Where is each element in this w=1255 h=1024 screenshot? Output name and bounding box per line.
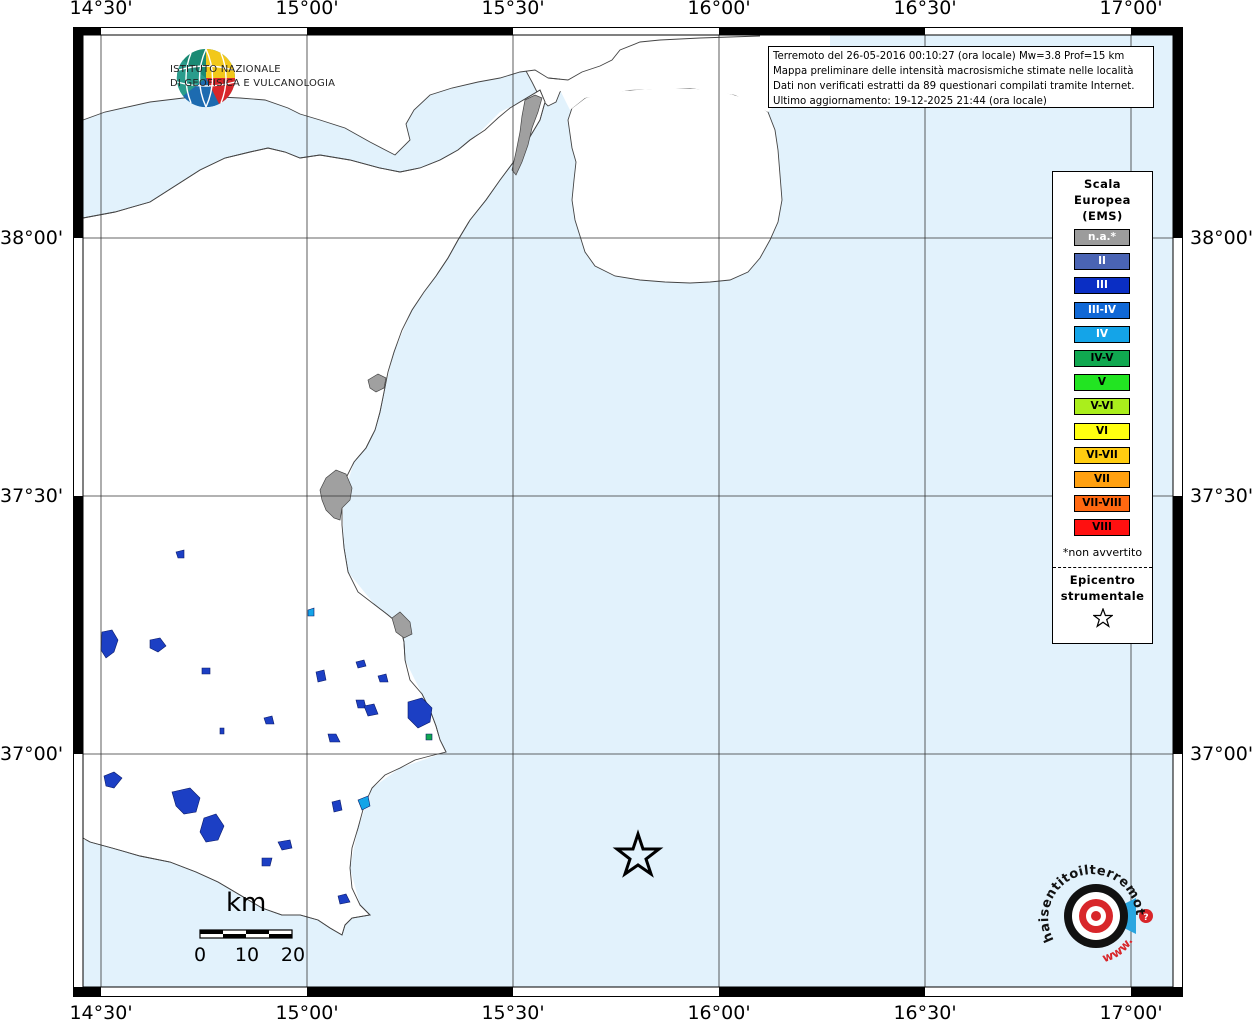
- legend-item: V-VI: [1074, 398, 1130, 416]
- legend-title-line: Europea: [1074, 193, 1131, 207]
- legend-item: VII-VIII: [1074, 495, 1130, 513]
- tick-top-3: 15°30': [481, 0, 545, 19]
- legend-item: II: [1074, 253, 1130, 271]
- intensity-patch: [261, 857, 273, 867]
- frame-segment: [101, 27, 307, 35]
- legend-item: n.a.*: [1074, 229, 1130, 246]
- tick-top-5: 16°30': [893, 0, 957, 19]
- ingv-name-line2: DI GEOFISICA E VULCANOLOGIA: [170, 78, 336, 89]
- legend-item: VI-VII: [1074, 446, 1130, 464]
- legend-item: IV-V: [1074, 350, 1130, 367]
- scale-bar: [199, 929, 293, 939]
- tick-bottom-4: 16°00': [687, 1002, 751, 1024]
- frame-segment: [1173, 754, 1183, 987]
- event-info-line: Terremoto del 26-05-2016 00:10:27 (ora l…: [773, 51, 1125, 62]
- intensity-legend: Scala Europea (EMS) n.a.* II III III-IV IV IV…: [1052, 171, 1153, 644]
- legend-title: Scala Europea (EMS): [1053, 176, 1152, 224]
- legend-title-line: Scala: [1083, 177, 1122, 191]
- intensity-patch: [201, 667, 211, 675]
- tick-top-1: 14°30': [69, 0, 133, 19]
- legend-item: III-IV: [1074, 301, 1130, 319]
- tick-top-6: 17°00': [1099, 0, 1163, 19]
- tick-bottom-2: 15°00': [275, 1002, 339, 1024]
- legend-item: VIII: [1074, 519, 1130, 537]
- legend-title-line: (EMS): [1082, 209, 1123, 223]
- legend-item: V: [1074, 374, 1130, 392]
- legend-item: VI: [1074, 422, 1130, 440]
- ingv-name-line1: ISTITUTO NAZIONALE: [170, 64, 281, 75]
- tick-left-1: 38°00': [0, 227, 64, 249]
- scale-label: 10: [234, 944, 260, 966]
- frame-segment: [925, 987, 1131, 997]
- tick-bottom-3: 15°30': [481, 1002, 545, 1024]
- scale-label: 0: [193, 944, 207, 966]
- frame-segment: [73, 754, 83, 987]
- frame-segment: [513, 27, 719, 35]
- intensity-patch: [219, 727, 225, 735]
- intensity-patch: [331, 799, 343, 813]
- tick-top-2: 15°00': [275, 0, 339, 19]
- legend-item: IV: [1074, 325, 1130, 343]
- frame-segment: [1173, 238, 1183, 496]
- tick-left-3: 37°00': [0, 743, 64, 765]
- tick-bottom-5: 16°30': [893, 1002, 957, 1024]
- tick-bottom-1: 14°30': [69, 1002, 133, 1024]
- scale-unit: km: [226, 888, 267, 918]
- frame-segment: [73, 238, 83, 496]
- intensity-patch: [315, 669, 327, 683]
- legend-item: III: [1074, 277, 1130, 295]
- calabria-tip: [567, 87, 783, 284]
- tick-right-1: 38°00': [1190, 227, 1254, 249]
- haisentito-logo: ? haisentitoilterremoto.it www.: [1032, 862, 1153, 965]
- legend-epicenter-label: Epicentro strumentale: [1053, 572, 1152, 604]
- legend-star-icon: [1053, 607, 1152, 632]
- legend-item: VII: [1074, 471, 1130, 488]
- event-info-line: Mappa preliminare delle intensità macros…: [773, 66, 1134, 77]
- frame-segment: [101, 987, 307, 997]
- legend-separator: [1053, 567, 1152, 568]
- event-info-box: Terremoto del 26-05-2016 00:10:27 (ora l…: [768, 46, 1154, 108]
- event-info-line: Dati non verificati estratti da 89 quest…: [773, 81, 1135, 92]
- tick-bottom-6: 17°00': [1099, 1002, 1163, 1024]
- legend-note: *non avvertito: [1062, 546, 1143, 559]
- scale-label: 20: [280, 944, 306, 966]
- frame-segment: [925, 27, 1131, 35]
- tick-right-3: 37°00': [1190, 743, 1254, 765]
- intensity-patch-iv-v: [425, 733, 433, 741]
- ingv-name: ISTITUTO NAZIONALE DI GEOFISICA E VULCAN…: [170, 63, 335, 91]
- frame-segment: [513, 987, 719, 997]
- event-info-line: Ultimo aggiornamento: 19-12-2025 21:44 (…: [773, 96, 1047, 107]
- legend-epicenter-line: Epicentro: [1069, 573, 1136, 587]
- tick-right-2: 37°30': [1190, 485, 1254, 507]
- sicily-interior: [83, 230, 343, 840]
- tick-top-4: 16°00': [687, 0, 751, 19]
- tick-left-2: 37°30': [0, 485, 64, 507]
- legend-epicenter-line: strumentale: [1060, 589, 1145, 603]
